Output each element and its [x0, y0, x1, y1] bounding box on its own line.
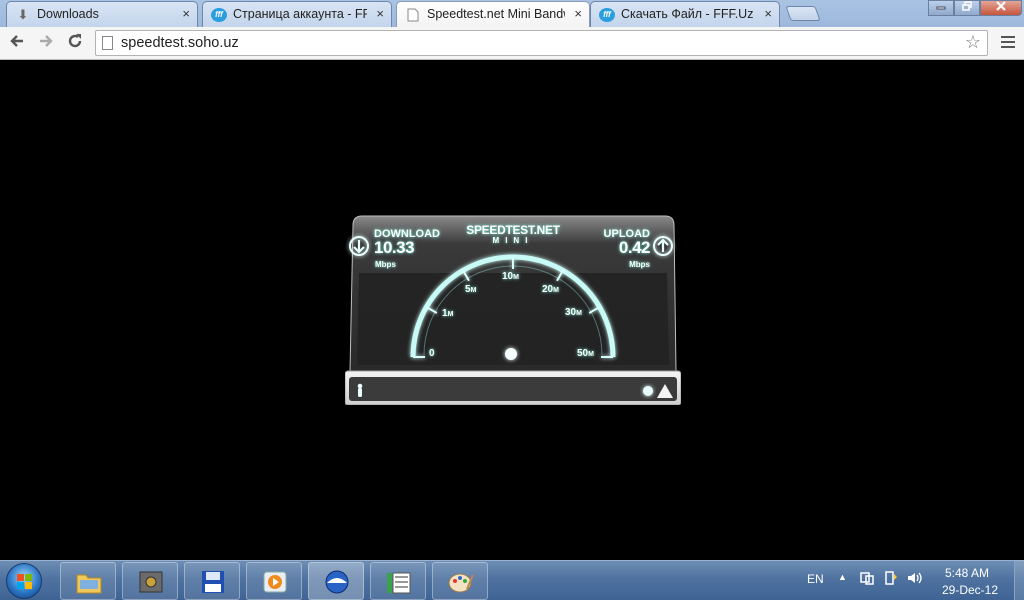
tab-download-file[interactable]: fff Скачать Файл - FFF.Uz × [590, 1, 780, 27]
reload-button[interactable] [64, 32, 86, 54]
tray-expand-icon[interactable]: ▲ [838, 572, 847, 582]
restore-button[interactable] [954, 0, 980, 16]
tab-title: Скачать Файл - FFF.Uz [621, 7, 754, 21]
close-icon[interactable]: × [574, 6, 582, 21]
fff-icon: fff [599, 8, 615, 22]
upload-value: 0.42 [618, 238, 651, 257]
menu-icon[interactable] [1001, 36, 1015, 48]
forward-button[interactable] [35, 32, 57, 54]
back-arrow-icon [10, 35, 23, 47]
gauge-tick-label: 50M [577, 348, 594, 359]
windows-logo-icon [17, 574, 33, 590]
url-text: speedtest.soho.uz [121, 35, 239, 51]
tab-account[interactable]: fff Страница аккаунта - FFF. × [202, 1, 392, 27]
gauge-tick-label: 20M [542, 284, 559, 295]
clock-time[interactable]: 5:48 AM [945, 566, 989, 580]
speedtest-widget: SPEEDTEST.NET MINI DOWNLOAD 10.33 Mbps U… [345, 215, 681, 405]
minimize-button[interactable] [928, 0, 954, 16]
gauge-tick-label: 0 [429, 348, 435, 359]
video-editor-icon [387, 572, 411, 594]
gauge-tick-label: 1M [442, 308, 454, 319]
network-icon[interactable] [859, 570, 875, 589]
gauge-tick-label: 30M [565, 307, 582, 318]
close-icon[interactable]: × [764, 6, 772, 21]
volume-icon[interactable] [906, 570, 924, 589]
download-value: 10.33 [374, 238, 415, 257]
media-player-icon [263, 571, 287, 593]
language-indicator[interactable]: EN [807, 572, 824, 586]
tab-title: Downloads [37, 7, 99, 21]
taskbar-media-player[interactable] [246, 562, 302, 600]
back-button[interactable] [6, 32, 28, 54]
bookmark-star-icon[interactable]: ☆ [965, 32, 981, 53]
windows-taskbar: EN ▲ 5:48 AM 29-Dec-12 [0, 560, 1024, 600]
download-unit: Mbps [375, 260, 396, 269]
browser-icon [325, 570, 349, 594]
browser-toolbar: speedtest.soho.uz ☆ [0, 27, 1024, 60]
address-bar[interactable]: speedtest.soho.uz ☆ [95, 30, 988, 56]
gauge-tick-label: 10M [502, 271, 519, 282]
taskbar-paint[interactable] [432, 562, 488, 600]
tab-title: Страница аккаунта - FFF. [233, 7, 367, 21]
taskbar-browser[interactable] [308, 562, 364, 600]
floppy-icon [202, 571, 224, 593]
tab-title: Speedtest.net Mini Bandw [427, 7, 565, 21]
forward-arrow-icon [40, 35, 53, 47]
page-icon [102, 36, 113, 50]
taskbar-safe[interactable] [122, 562, 178, 600]
taskbar-explorer[interactable] [60, 562, 116, 600]
close-icon[interactable]: × [182, 6, 190, 21]
page-icon [405, 8, 421, 22]
tab-speedtest[interactable]: Speedtest.net Mini Bandw × [396, 1, 590, 27]
action-center-icon[interactable] [883, 570, 899, 589]
clock-date[interactable]: 29-Dec-12 [942, 583, 998, 597]
show-desktop-button[interactable] [1014, 561, 1024, 600]
tab-downloads[interactable]: ⬇ Downloads × [6, 1, 198, 27]
new-tab-button[interactable] [785, 6, 821, 21]
paint-icon [448, 573, 474, 593]
upload-unit: Mbps [629, 260, 650, 269]
start-button[interactable] [6, 563, 42, 599]
close-icon[interactable]: × [376, 6, 384, 21]
browser-tab-strip: ⬇ Downloads × fff Страница аккаунта - FF… [0, 0, 1024, 27]
explorer-icon [76, 574, 102, 594]
taskbar-video-editor[interactable] [370, 562, 426, 600]
download-icon: ⬇ [17, 7, 29, 22]
reload-icon [68, 34, 82, 48]
gauge-tick-label: 5M [465, 284, 477, 295]
close-window-button[interactable] [980, 0, 1022, 16]
fff-icon: fff [211, 8, 227, 22]
safe-icon [139, 571, 163, 593]
taskbar-floppy[interactable] [184, 562, 240, 600]
